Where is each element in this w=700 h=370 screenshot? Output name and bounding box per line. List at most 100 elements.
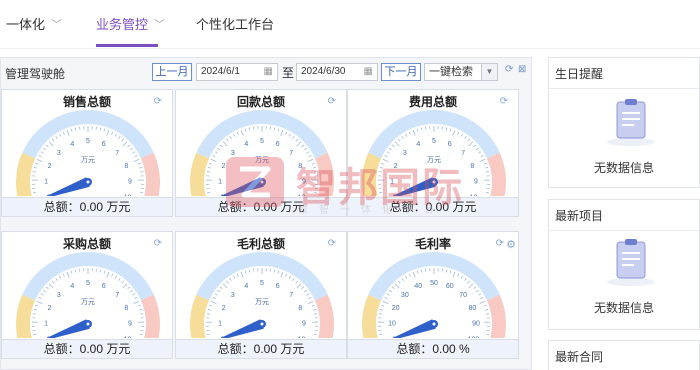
nav-item-label: 业务管控 <box>96 17 149 32</box>
gauge-tick-label: 5 <box>260 138 264 145</box>
gauge-tick <box>313 308 317 311</box>
cockpit-title: 管理驾驶舱 <box>5 67 66 81</box>
gauge-tick-label: 10 <box>298 336 306 338</box>
gauge-tick <box>306 293 310 296</box>
nav-item-label: 个性化工作台 <box>196 17 275 32</box>
gauge-tick <box>45 286 49 290</box>
gauge-tick <box>313 313 318 315</box>
gauge-tick <box>222 141 228 147</box>
gauge-tick <box>468 283 474 289</box>
gauge-band-high <box>486 152 506 196</box>
gauge-tick <box>378 191 383 194</box>
gauge-tick <box>384 297 388 300</box>
gauge-tick <box>127 286 131 290</box>
refresh-icon[interactable]: ⟳ <box>496 238 504 249</box>
start-date-input[interactable]: 2024/6/1 ▦ <box>196 63 278 81</box>
gauge-tick <box>139 191 144 194</box>
gauge-tick <box>248 269 251 273</box>
gauge-tick-label: 1 <box>390 179 394 186</box>
gross-profit-card: 毛利总额⟳012345678910万元总额：0.00 万元 <box>175 231 347 359</box>
gauge-tick <box>285 273 288 277</box>
gauge-tick <box>240 271 244 278</box>
gauge-unit-label: 万元 <box>427 156 441 164</box>
gauge-tick <box>386 293 390 296</box>
gauge-tick <box>207 166 211 169</box>
refresh-icon[interactable]: ⟳ <box>328 96 336 107</box>
refresh-icon[interactable]: ⟳ <box>505 64 513 75</box>
gauge-tick <box>240 129 244 136</box>
gauge-tick <box>391 144 395 148</box>
gauge-tick <box>214 293 218 296</box>
gauge-tick <box>408 273 411 277</box>
gauge-tick <box>74 127 77 131</box>
gauge-tick <box>219 144 223 148</box>
gauge-tick <box>295 138 299 142</box>
gauge-tick <box>134 155 138 158</box>
gauge-tick <box>384 155 388 158</box>
next-month-button[interactable]: 下一月 <box>381 63 421 81</box>
gauge-band-high <box>314 294 334 338</box>
gauge-tick <box>139 308 143 311</box>
gauge-tick <box>232 133 236 137</box>
gauge-tick <box>401 136 404 139</box>
prev-month-button[interactable]: 上一月 <box>152 63 192 81</box>
gauge-tick <box>452 271 456 278</box>
gauge-tick <box>468 141 474 147</box>
gauge-tick-label: 2 <box>48 305 52 312</box>
chevron-down-icon: ﹀ <box>154 19 166 31</box>
gauge-tick <box>460 275 464 279</box>
gauge-tick <box>58 133 62 137</box>
gauge-band-high <box>486 294 506 338</box>
quick-search-select[interactable]: 一键检索 ▼ <box>424 63 498 81</box>
gauge-tick-label: 4 <box>244 141 248 148</box>
gauge-tick-label: 3 <box>57 150 61 157</box>
gauge-tick <box>48 283 54 289</box>
gauge-tick-label: 10 <box>388 321 396 328</box>
close-icon[interactable]: ⊠ <box>518 64 526 75</box>
gauge-tick-label: 6 <box>448 141 452 148</box>
gauge-tick <box>132 151 136 154</box>
purchase-total-card: 采购总额⟳012345678910万元总额：0.00 万元 <box>1 231 173 359</box>
gauge-tick <box>70 270 73 274</box>
gauge-tick <box>416 270 419 274</box>
gauge-tick-label: 9 <box>128 321 132 328</box>
gauge-tick-label: 8 <box>124 305 128 312</box>
gauge-hub-center <box>432 180 436 184</box>
gauge-tick <box>452 129 456 136</box>
refresh-icon[interactable]: ⟳ <box>154 96 162 107</box>
gauge-tick-label: 6 <box>276 141 280 148</box>
gauge-band-low <box>190 294 210 338</box>
gauge-tick <box>121 280 125 284</box>
nav-item-business-control[interactable]: 业务管控 ﹀ <box>96 14 165 34</box>
gauge-tick <box>485 191 490 194</box>
settings-icon[interactable]: ⚙ <box>506 238 516 251</box>
gauge-tick <box>214 151 218 154</box>
gauge-tick <box>449 270 452 274</box>
refresh-icon[interactable]: ⟳ <box>328 238 336 249</box>
nav-item-personal-workbench[interactable]: 个性化工作台 <box>196 14 274 34</box>
gauge-tick <box>394 283 400 289</box>
gauge-tick <box>225 280 229 284</box>
gauge-tick-label: 4 <box>244 283 248 290</box>
nav-item-integration[interactable]: 一体化 ﹀ <box>6 14 62 34</box>
refresh-icon[interactable]: ⟳ <box>500 96 508 107</box>
panel-title: 最新合同 <box>555 350 604 364</box>
gauge-tick <box>397 280 401 284</box>
gauge-tick-label: 40 <box>414 283 422 290</box>
gauge-tick-label: 10 <box>124 194 132 196</box>
nav-item-label: 一体化 <box>6 17 46 32</box>
gauge-tick <box>129 147 133 151</box>
gauge-tick <box>394 141 400 147</box>
gauge-tick <box>397 138 401 142</box>
gauge-tick <box>311 304 315 307</box>
gauge-tick <box>38 155 42 158</box>
gauge-tick <box>449 128 452 132</box>
gauge-tick-label: 1 <box>218 321 222 328</box>
gauge-tick <box>386 151 390 154</box>
refresh-icon[interactable]: ⟳ <box>154 238 162 249</box>
end-date-input[interactable]: 2024/6/30 ▦ <box>296 63 378 81</box>
chevron-down-icon: ▼ <box>481 64 497 80</box>
gauge-tick <box>313 333 318 336</box>
card-title: 采购总额 <box>62 237 111 251</box>
gauge-tick-label: 6 <box>102 283 106 290</box>
